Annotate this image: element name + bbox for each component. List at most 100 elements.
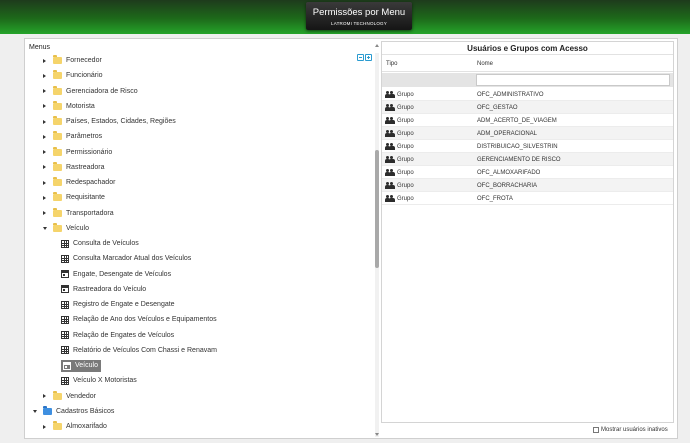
tree-item[interactable]: Consulta de Veículos [61,236,139,251]
chevron-right-icon[interactable] [43,89,46,93]
row-tipo-label: Grupo [397,91,414,98]
row-tipo: Grupo [385,117,414,124]
tree-item[interactable]: Registro de Engate e Desengate [61,297,175,312]
tree-item-label: Almoxarifado [66,423,107,430]
chevron-right-icon[interactable] [43,134,46,139]
users-icon [385,104,395,111]
row-tipo: Grupo [385,156,414,163]
tree-item-label: Rastreadora do Veículo [73,285,147,293]
show-inactive-toggle[interactable]: Mostrar usuários inativos [593,427,668,433]
users-icon [385,195,395,202]
chevron-right-icon[interactable] [43,104,46,109]
tree-item-label: Motorista [66,102,95,110]
row-tipo: Grupo [385,104,414,111]
folder-icon [53,207,62,217]
folder-icon [53,222,62,232]
show-inactive-checkbox[interactable] [593,427,599,433]
table-row[interactable]: Grupo OFC_GESTAO [382,101,673,114]
chevron-right-icon[interactable] [43,58,46,63]
tree-item-selected[interactable]: Veículo [61,359,101,372]
row-tipo-label: Grupo [397,117,414,124]
chevron-right-icon[interactable] [43,165,46,170]
table-row[interactable]: Grupo OFC_BORRACHARIA [382,179,673,192]
tree-item-label: Consulta de Veículos [73,240,139,247]
tree-item-label: Redespachador [66,179,116,186]
folder-icon [53,55,62,64]
tree-folder[interactable]: Gerenciadora de Risco [43,84,138,99]
tree-folder[interactable]: Redespachador [43,175,115,190]
table-row[interactable]: Grupo ADM_ACERTO_DE_VIAGEM [382,114,673,127]
menus-label: Menus [29,44,51,51]
users-icon [385,182,395,189]
tree-scrollbar-thumb[interactable] [375,150,379,268]
tree-folder[interactable]: Requisitante [43,190,105,205]
table-row[interactable]: Grupo DISTRIBUICAO_SILVESTRIN [382,140,673,153]
tree-folder[interactable]: Rastreadora [43,160,105,175]
tree-item-label: Relação de Engates de Veículos [73,331,175,339]
tree-folder[interactable]: Almoxarifado [43,419,107,434]
chevron-down-icon[interactable] [43,226,47,230]
folder-icon [53,177,62,186]
form-icon [61,270,69,278]
users-icon [385,117,395,124]
table-row[interactable]: Grupo ADM_OPERACIONAL [382,127,673,140]
folder-icon [53,421,62,430]
tree-item[interactable]: Consulta Marcador Atual dos Veículos [61,251,191,266]
row-tipo: Grupo [385,182,414,189]
tree-folder[interactable]: Permissionário [43,145,112,160]
tree-item[interactable]: Veículo X Motoristas [61,373,137,388]
table-row[interactable]: Grupo OFC_ADMINISTRATIVO [382,88,673,101]
table-row[interactable]: Grupo GERENCIAMENTO DE RISCO [382,153,673,166]
tree-item-label: Fornecedor [66,57,102,64]
row-nome: ADM_ACERTO_DE_VIAGEM [477,117,557,124]
app-header: Permissões por Menu LATROMI TECHNOLOGY [0,0,690,34]
tree-folder[interactable]: Cadastros Básicos [33,404,114,419]
tree-item[interactable]: Relação de Engates de Veículos [61,328,174,343]
menu-tree: Fornecedor Funcionário Gerenciadora de Ris… [28,53,375,437]
tree-folder[interactable]: Países, Estados, Cidades, Regiões [43,114,176,129]
column-nome[interactable]: Nome [477,61,493,67]
tree-folder[interactable]: Veículo [43,221,89,236]
row-tipo-label: Grupo [397,104,414,111]
chevron-right-icon[interactable] [43,195,46,200]
chevron-down-icon[interactable] [33,409,37,413]
tree-folder[interactable]: Parâmetros [43,129,102,144]
folder-icon [53,85,62,95]
tree-item-label: Registro de Engate e Desengate [73,301,175,308]
tree-folder[interactable]: Funcionário [43,68,103,83]
folder-icon [53,390,62,400]
folder-icon [53,100,62,110]
chevron-right-icon[interactable] [43,180,46,185]
row-nome: DISTRIBUICAO_SILVESTRIN [477,143,558,150]
tree-folder[interactable]: Vendedor [43,389,96,404]
tree-item[interactable]: Engate, Desengate de Veículos [61,267,171,282]
nome-filter-input[interactable] [476,74,670,86]
folder-icon [53,146,62,156]
chevron-right-icon[interactable] [43,424,46,429]
tree-folder[interactable]: Motorista [43,99,95,114]
users-icon [385,91,395,98]
table-row[interactable]: Grupo OFC_ALMOXARIFADO [382,166,673,179]
scroll-up-icon[interactable] [375,44,379,47]
tree-folder[interactable]: Fornecedor [43,53,102,68]
chevron-right-icon[interactable] [43,73,46,78]
scroll-down-icon[interactable] [375,433,379,436]
chevron-right-icon[interactable] [43,394,46,398]
chevron-right-icon[interactable] [43,119,46,124]
grid-icon [61,239,69,248]
chevron-right-icon[interactable] [43,150,46,154]
form-icon [61,285,69,294]
tree-item[interactable]: Veículo [61,358,101,373]
access-table-header: Tipo Nome [382,56,673,72]
tree-folder[interactable]: Transportadora [43,206,114,221]
users-icon [385,130,395,137]
chevron-right-icon[interactable] [43,211,46,215]
tree-item[interactable]: Relação de Ano dos Veículos e Equipament… [61,312,217,327]
column-tipo[interactable]: Tipo [386,61,397,67]
table-row[interactable]: Grupo OFC_FROTA [382,192,673,205]
row-tipo-label: Grupo [397,195,414,202]
tree-item-label: Gerenciadora de Risco [66,87,138,95]
tree-item-label: Parâmetros [66,133,103,141]
tree-item[interactable]: Rastreadora do Veículo [61,282,146,297]
tree-item[interactable]: Relatório de Veículos Com Chassi e Renav… [61,343,217,358]
